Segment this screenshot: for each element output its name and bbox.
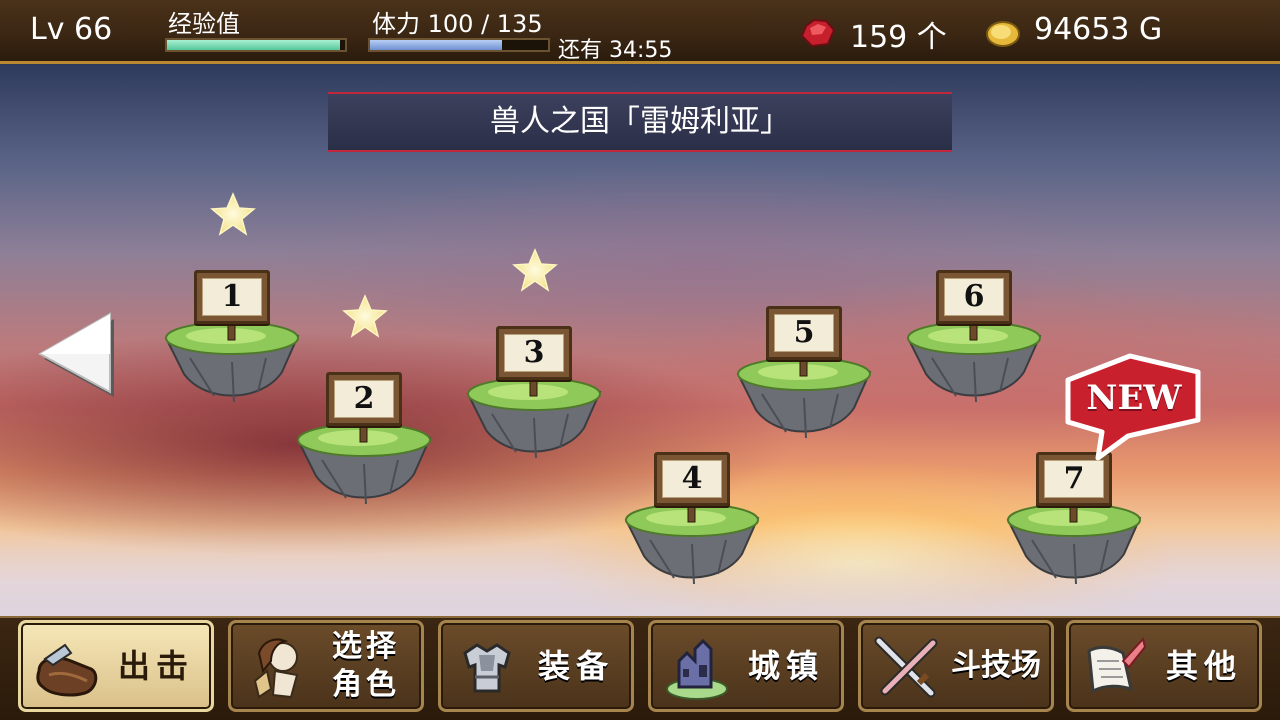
other-label: 其他	[1165, 647, 1242, 685]
stage-node-6[interactable]: 6	[904, 262, 1044, 412]
stage-sign: 1	[194, 270, 270, 324]
red-gem-icon	[800, 18, 836, 48]
select-character-label: 选择 角色	[332, 629, 400, 702]
arena-label: 斗技场	[951, 648, 1041, 683]
stage-sign: 6	[936, 270, 1012, 324]
stage-node-1[interactable]: 1	[162, 262, 302, 412]
equipment-button[interactable]: 装备	[438, 620, 634, 712]
town-button[interactable]: 城镇	[648, 620, 844, 712]
stage-node-5[interactable]: 5	[734, 298, 874, 448]
stage-number: 5	[774, 314, 834, 352]
arena-button[interactable]: 斗技场	[858, 620, 1054, 712]
previous-area-arrow-icon[interactable]	[38, 312, 116, 398]
stage-node-4[interactable]: 4	[622, 444, 762, 594]
exp-bar	[165, 38, 347, 52]
clear-star-icon	[342, 294, 388, 338]
equipment-label: 装备	[537, 647, 614, 685]
stage-sign: 2	[326, 372, 402, 426]
stage-sign: 3	[496, 326, 572, 380]
stamina-bar-fill	[370, 40, 502, 50]
stamina-label: 体力 100 / 135	[372, 10, 543, 38]
stamina-timer: 还有 34:55	[558, 38, 673, 63]
clear-star-icon	[512, 248, 558, 292]
exp-bar-fill	[167, 40, 340, 50]
stage-node-2[interactable]: 2	[294, 364, 434, 514]
stage-number: 1	[202, 278, 262, 316]
armor-icon	[463, 643, 511, 693]
player-level: Lv 66	[30, 12, 113, 47]
new-badge-label: NEW	[1086, 378, 1182, 418]
status-bar: Lv 66 经验值 体力 100 / 135 还有 34:55 159 个 94…	[0, 0, 1280, 64]
boot-icon	[36, 643, 98, 697]
new-badge: NEW	[1058, 350, 1206, 464]
scroll-quill-icon	[1087, 636, 1147, 694]
sortie-button[interactable]: 出击	[18, 620, 214, 712]
clear-star-icon	[210, 192, 256, 236]
town-label: 城镇	[747, 647, 824, 685]
stage-node-7[interactable]: 7	[1004, 444, 1144, 594]
crossed-swords-icon	[874, 636, 938, 698]
stage-number: 4	[662, 460, 722, 498]
stamina-bar	[368, 38, 550, 52]
stage-number: 2	[334, 380, 394, 418]
gold-count: 94653 G	[1034, 12, 1163, 47]
castle-icon	[666, 638, 728, 700]
stage-number: 3	[504, 334, 564, 372]
exp-label: 经验值	[168, 10, 240, 38]
other-button[interactable]: 其他	[1066, 620, 1262, 712]
stage-number: 7	[1044, 460, 1104, 498]
area-title-banner: 兽人之国「雷姆利亚」	[328, 92, 952, 152]
stage-node-3[interactable]: 3	[464, 318, 604, 468]
sortie-label: 出击	[117, 647, 194, 685]
stage-sign: 4	[654, 452, 730, 506]
stage-sign: 5	[766, 306, 842, 360]
select-character-button[interactable]: 选择 角色	[228, 620, 424, 712]
gold-coin-icon	[986, 21, 1020, 47]
gem-count: 159 个	[850, 20, 947, 55]
character-silhouette-icon	[253, 638, 299, 699]
stage-number: 6	[944, 278, 1004, 316]
